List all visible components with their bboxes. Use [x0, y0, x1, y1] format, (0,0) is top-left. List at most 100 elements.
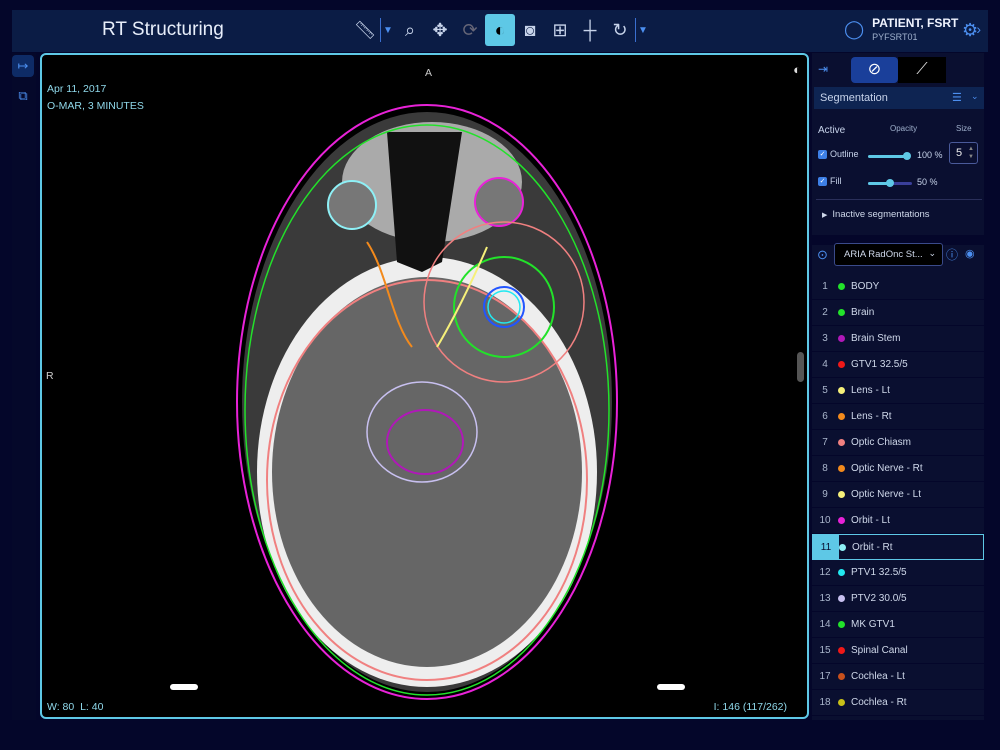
chevron-down-icon: ⌄	[928, 248, 936, 258]
active-label: Active	[818, 125, 846, 136]
chevron-down-icon[interactable]: ⌄	[971, 91, 979, 102]
top-bar: RT Structuring 📏︎ ▼ ⌕ ✥ ⟳ ◐ ◙ ⊞ ┼ ↻ ▼ ◯ …	[12, 10, 988, 52]
tab-contour-tools[interactable]: ⟋	[898, 57, 946, 83]
structure-number: 7	[822, 437, 828, 448]
outline-opacity-slider[interactable]	[868, 155, 908, 158]
structure-color-dot	[838, 413, 845, 420]
structure-color-dot	[838, 387, 845, 394]
structure-color-dot	[838, 699, 845, 706]
structure-row[interactable]: 10 Orbit - Lt	[812, 508, 984, 534]
structure-name: PTV1 32.5/5	[851, 567, 907, 578]
eye-icon[interactable]: ◉	[965, 247, 975, 260]
segmentation-header[interactable]: Segmentation ☰ ⌄	[814, 87, 984, 109]
chevron-down-icon[interactable]: ▼	[381, 14, 395, 46]
structure-name: Orbit - Lt	[851, 515, 890, 526]
structure-number: 2	[822, 307, 828, 318]
structure-row[interactable]: 13 PTV2 30.0/5	[812, 586, 984, 612]
more-options-icon[interactable]: ⊙	[817, 247, 828, 263]
structure-number: 12	[819, 567, 831, 578]
series-description: O-MAR, 3 MINUTES	[47, 100, 144, 112]
structure-row[interactable]: 1 BODY	[812, 274, 984, 300]
structure-row[interactable]: 7 Optic Chiasm	[812, 430, 984, 456]
structure-name: Optic Chiasm	[851, 437, 912, 448]
structure-color-dot	[838, 491, 845, 498]
divider	[816, 199, 982, 200]
outline-label: Outline	[830, 149, 859, 159]
copy-icon[interactable]: ⧉	[12, 85, 34, 107]
structure-row[interactable]: 15 Spinal Canal	[812, 638, 984, 664]
size-value: 5	[956, 147, 963, 159]
structure-row[interactable]: 14 MK GTV1	[812, 612, 984, 638]
outline-opacity-handle[interactable]	[903, 152, 911, 160]
structure-color-dot	[839, 543, 846, 551]
fill-opacity-handle[interactable]	[886, 179, 894, 187]
patient-info[interactable]: ◯ PATIENT, FSRT PYFSRT01 ›	[844, 16, 981, 42]
structure-number: 14	[819, 619, 831, 630]
structure-row[interactable]: 5 Lens - Lt	[812, 378, 984, 404]
structure-color-dot	[838, 335, 845, 342]
image-index: I: 146 (117/262)	[713, 701, 787, 713]
app-title: RT Structuring	[102, 19, 224, 40]
structure-row[interactable]: 11 Orbit - Rt	[812, 534, 984, 560]
window-level-icon[interactable]: ◐	[485, 14, 515, 46]
structure-set-dropdown[interactable]: ARIA RadOnc St... ⌄	[834, 243, 943, 266]
structure-row[interactable]: 8 Optic Nerve - Rt	[812, 456, 984, 482]
gear-icon[interactable]: ⚙	[962, 20, 978, 41]
structure-number: 3	[822, 333, 828, 344]
ruler-icon[interactable]: 📏︎	[350, 14, 380, 46]
structure-number: 11	[813, 535, 839, 559]
structure-row[interactable]: 2 Brain	[812, 300, 984, 326]
filter-settings-icon[interactable]: ☰	[952, 91, 962, 104]
structure-color-dot	[838, 595, 845, 602]
pan-icon[interactable]: ✥	[425, 14, 455, 46]
expand-panel-icon[interactable]: ↦	[12, 55, 34, 77]
structure-row[interactable]: 6 Lens - Rt	[812, 404, 984, 430]
crosshair-icon[interactable]: ┼	[575, 14, 605, 46]
structure-color-dot	[838, 517, 845, 524]
structure-number: 5	[822, 385, 828, 396]
structure-row[interactable]: 18 Cochlea - Rt	[812, 690, 984, 716]
image-viewport[interactable]: Apr 11, 2017 O-MAR, 3 MINUTES A R W: 80 …	[40, 53, 809, 719]
chevron-down-icon[interactable]: ▼	[636, 14, 650, 46]
opacity-label: Opacity	[890, 124, 918, 133]
size-input[interactable]: 5 ▲ ▼	[949, 142, 978, 164]
structure-name: Optic Nerve - Rt	[851, 463, 923, 474]
outline-checkbox[interactable]: ✓	[818, 150, 827, 159]
slice-scrollbar[interactable]	[797, 352, 804, 382]
structure-row[interactable]: 17 Cochlea - Lt	[812, 664, 984, 690]
structure-list: 1 BODY 2 Brain 3 Brain Stem 4 GTV1 32.5/5 5 Lens …	[812, 274, 984, 716]
rotate-3d-icon[interactable]: ⟳	[455, 14, 485, 46]
structure-row[interactable]: 9 Optic Nerve - Lt	[812, 482, 984, 508]
structure-color-dot	[838, 647, 845, 654]
structure-number: 1	[822, 281, 828, 292]
structure-name: Optic Nerve - Lt	[851, 489, 922, 500]
camera-icon[interactable]: ◙	[515, 14, 545, 46]
structure-color-dot	[838, 309, 845, 316]
structure-number: 9	[822, 489, 828, 500]
structure-row[interactable]: 4 GTV1 32.5/5	[812, 352, 984, 378]
user-icon: ◯	[844, 18, 865, 39]
layout-settings-icon[interactable]: ⊞	[545, 14, 575, 46]
contrast-icon[interactable]: ◐	[793, 62, 801, 77]
info-icon[interactable]: ⓘ	[946, 246, 958, 263]
orientation-left: R	[46, 370, 54, 382]
structure-color-dot	[838, 569, 845, 576]
left-rail: ↦ ⧉	[12, 53, 36, 720]
structure-number: 17	[819, 671, 831, 682]
structure-row[interactable]: 12 PTV1 32.5/5	[812, 560, 984, 586]
collapse-panel-icon[interactable]: ⇥	[818, 62, 828, 76]
patient-name: PATIENT, FSRT	[872, 16, 959, 30]
segmentation-title: Segmentation	[820, 92, 888, 104]
inactive-segmentations-toggle[interactable]: ▶ Inactive segmentations	[822, 209, 930, 220]
structure-number: 18	[819, 697, 831, 708]
study-date: Apr 11, 2017	[47, 83, 107, 95]
structure-name: Orbit - Rt	[852, 541, 893, 553]
structure-name: Lens - Rt	[851, 411, 892, 422]
tab-segmentation[interactable]: ⊘	[851, 57, 898, 83]
reset-icon[interactable]: ↻	[605, 14, 635, 46]
caret-right-icon: ▶	[822, 212, 828, 219]
zoom-icon[interactable]: ⌕	[395, 14, 425, 46]
fill-checkbox[interactable]: ✓	[818, 177, 827, 186]
structure-set-value: ARIA RadOnc St...	[844, 249, 923, 260]
structure-row[interactable]: 3 Brain Stem	[812, 326, 984, 352]
